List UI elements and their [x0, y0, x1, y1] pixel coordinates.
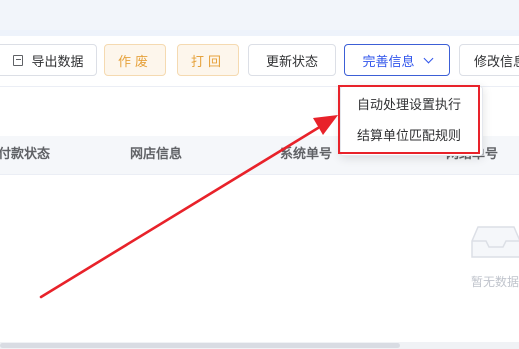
column-header-payment-status[interactable]: 付款状态 [0, 136, 50, 174]
modify-info-button[interactable]: 修改信息 [459, 44, 519, 76]
top-strip-inner [0, 0, 519, 30]
modify-info-label: 修改信息 [474, 54, 519, 70]
complete-info-dropdown-button[interactable]: 完善信息 [344, 44, 450, 76]
column-header-shop-info[interactable]: 网店信息 [130, 136, 182, 174]
column-header-system-order-no[interactable]: 系统单号 [280, 136, 332, 174]
menu-item-auto-process-settings[interactable]: 自动处理设置执行 [357, 94, 461, 113]
return-label: 打回 [190, 54, 225, 70]
update-status-button[interactable]: 更新状态 [248, 44, 336, 76]
void-button[interactable]: 作废 [104, 44, 166, 76]
horizontal-scrollbar-thumb[interactable] [0, 343, 400, 348]
empty-inbox-icon [471, 226, 519, 258]
export-data-label: 导出数据 [31, 54, 84, 70]
complete-info-label: 完善信息 [362, 54, 415, 70]
return-button[interactable]: 打回 [177, 44, 239, 76]
update-status-label: 更新状态 [265, 54, 318, 70]
menu-item-settlement-unit-matching-rules[interactable]: 结算单位匹配规则 [357, 125, 461, 144]
toolbar: 导出数据 作废 打回 更新状态 完善信息 修改信息 [0, 36, 519, 86]
chevron-down-icon [423, 53, 433, 63]
export-data-button[interactable]: 导出数据 [0, 44, 97, 76]
complete-info-dropdown-menu: 自动处理设置执行 结算单位匹配规则 [340, 86, 483, 156]
export-icon [13, 54, 24, 66]
empty-data-text: 暂无数据 [471, 275, 519, 289]
void-label: 作废 [117, 54, 152, 70]
